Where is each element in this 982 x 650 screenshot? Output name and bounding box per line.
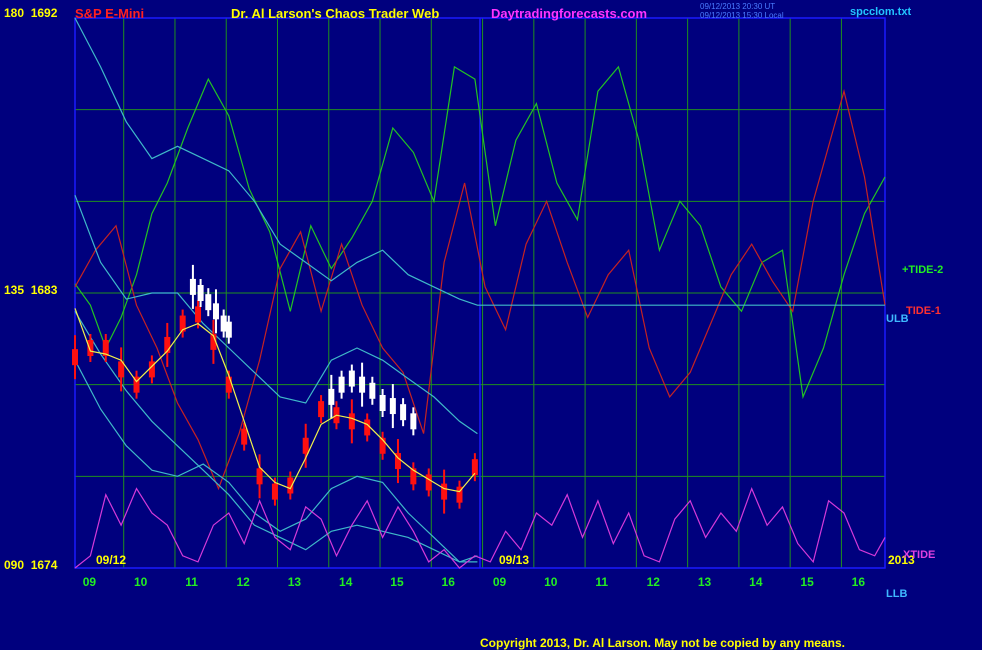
price-bar-body [87,340,94,356]
x-tick-label: 13 [288,575,302,589]
y-tick-1692: 1692 [30,6,58,20]
series-label-llb: LLB [886,588,908,600]
y-left-mid-label: 135 1683 [4,283,57,297]
price-bar-body [410,413,417,430]
timestamp-local: 09/12/2013 15:30 Local [700,11,784,20]
y-left-top-label: 180 1692 [4,6,57,20]
price-bar-body [205,294,212,311]
x-tick-label: 09 [83,575,97,589]
price-bar-body [328,388,335,405]
series-label-tide2: +TIDE-2 [902,264,944,276]
price-bar-body [220,315,227,332]
y-tick-135: 135 [4,283,25,297]
file-label: spcclom.txt [850,6,912,18]
date-label-day1: 09/12 [96,553,127,567]
copyright-notice: Copyright 2013, Dr. Al Larson. May not b… [480,636,845,650]
price-bar-body [256,468,263,485]
price-bar-body [225,376,232,393]
series-label-tide1: TIDE-1 [906,305,941,317]
series-label-xtide: XTIDE [903,549,936,561]
series-label-ulb: ULB [886,313,909,325]
x-tick-label: 15 [800,575,814,589]
price-bar-body [72,349,78,366]
price-bar-body [471,459,478,476]
price-bar-body [441,483,448,500]
x-tick-label: 11 [185,575,198,589]
price-bar-body [389,398,396,415]
price-bar-body [271,483,278,500]
timestamp-ut: 09/12/2013 20:30 UT [700,2,776,11]
price-bar-body [369,382,376,399]
price-bar-body [348,413,355,430]
x-tick-label: 13 [698,575,712,589]
site-label: Daytradingforecasts.com [491,6,648,21]
x-tick-label: 16 [442,575,456,589]
y-tick-1674: 1674 [30,558,58,572]
page-title: Dr. Al Larson's Chaos Trader Web [231,6,440,21]
price-bar-body [212,303,219,320]
x-tick-label: 12 [236,575,250,589]
x-tick-label: 16 [852,575,866,589]
y-tick-180: 180 [4,6,25,20]
price-bar-body [241,428,248,445]
price-bar-body [364,419,371,436]
date-label-day2: 09/13 [499,553,530,567]
y-tick-1683: 1683 [30,283,58,297]
price-bar-body [425,474,432,491]
price-bar-body [379,395,386,411]
x-tick-label: 15 [390,575,404,589]
price-bar-body [348,370,355,387]
price-bar-body [318,401,325,418]
price-bar-body [359,376,366,393]
x-tick-label: 14 [339,575,353,589]
price-bar-body [338,376,345,393]
x-tick-labels: 09 10 11 12 13 14 15 16 09 10 11 12 13 14 15 16 [83,575,866,589]
chart-canvas: 09 10 11 12 13 14 15 16 09 10 11 12 13 14 15 16 [72,17,886,589]
price-bar-body [400,404,407,421]
price-bar-body [302,437,309,454]
y-tick-090: 090 [4,558,25,572]
x-tick-label: 12 [647,575,661,589]
price-bar-body [225,321,232,338]
x-tick-label: 10 [134,575,148,589]
price-bar-body [195,306,202,323]
x-tick-label: 09 [493,575,507,589]
x-tick-label: 14 [749,575,763,589]
instrument-label: S&P E-Mini [75,6,145,21]
y-left-bottom-label: 090 1674 [4,558,57,572]
price-bar-body [189,278,196,295]
x-tick-label: 11 [595,575,608,589]
x-tick-label: 10 [544,575,558,589]
price-bar-body [197,285,204,301]
